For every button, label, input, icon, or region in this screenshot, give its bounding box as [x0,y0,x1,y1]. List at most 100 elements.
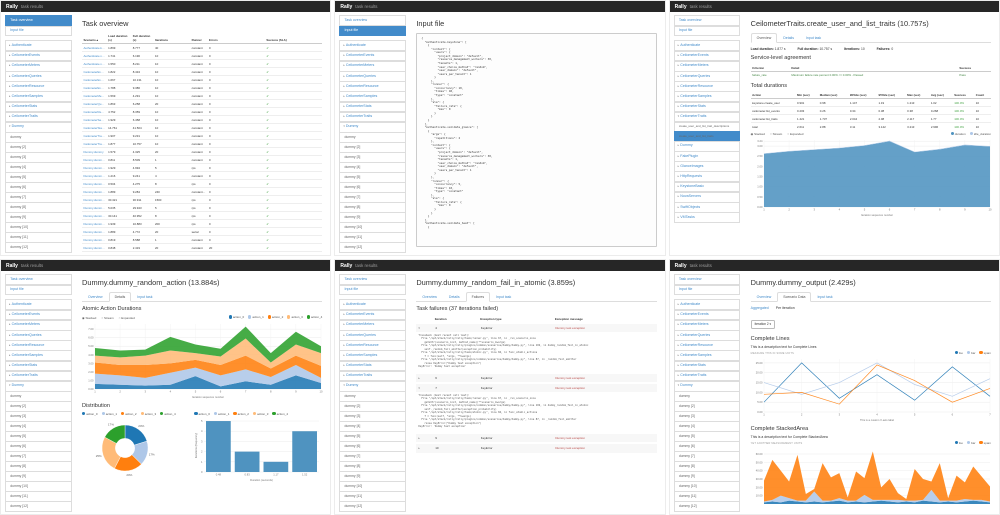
table-row[interactable]: Dummy.dummy [10]1.93910.883200rps0✔ [82,220,322,228]
sidebar-item[interactable]: dummy [5,391,72,402]
legend-item[interactable]: action_2 [233,412,249,416]
legend-item[interactable]: action_4 [160,412,176,416]
sidebar-item[interactable]: ▸VMTasks [674,212,741,223]
table-row[interactable]: Authenticate.validate_heat1.5508.21110co… [82,60,322,68]
sidebar-item[interactable]: ▾Dummy [5,381,72,392]
tab[interactable]: Input task [490,292,517,302]
tab[interactable]: Details [443,292,466,302]
sidebar-item[interactable]: ▸CeilometerEvents [339,310,406,321]
legend-item[interactable]: bar [967,441,976,445]
sidebar-item[interactable]: ▸CeilometerQueries [5,71,72,82]
sidebar-item[interactable]: ▸CeilometerQueries [339,330,406,341]
sidebar-item[interactable]: dummy [3] [339,411,406,422]
sidebar-item[interactable]: dummy [10] [5,222,72,233]
failure-row[interactable]: ▸ 10 KeyError Dummy test exception [416,443,656,452]
data-mode-link[interactable]: Aggregated [751,306,769,310]
column-header[interactable]: Load duration (s) [107,33,132,44]
sidebar-item[interactable]: dummy [11] [5,232,72,243]
table-row[interactable]: Dummy.dummy [6]1.8899.284240constant_for… [82,188,322,196]
sidebar-item[interactable]: ▾CeilometerTraits [674,112,741,123]
sidebar-item[interactable]: dummy [339,391,406,402]
sidebar-item[interactable]: dummy [8] [339,202,406,213]
sidebar-item[interactable]: ▸CeilometerSamples [339,350,406,361]
sidebar-item[interactable]: dummy [8] [674,461,741,472]
sidebar-item[interactable]: dummy [2] [339,142,406,153]
sidebar-item[interactable]: ▸CeilometerResource [674,81,741,92]
chart-mode-radio[interactable]: ○ Expanded [119,316,135,320]
sidebar-item[interactable]: dummy [5] [339,431,406,442]
sidebar-item[interactable]: ▸CeilometerTraits [5,112,72,123]
sidebar-item[interactable]: dummy [2] [5,142,72,153]
sidebar-item[interactable]: ▸FakePlugin [674,151,741,162]
sidebar-item[interactable]: dummy [4] [5,421,72,432]
sidebar-item[interactable]: ▸NovaServers [674,192,741,203]
chart-mode-radio[interactable]: ○ Stream [770,132,782,136]
expand-caret-icon[interactable]: ▸ [416,433,433,443]
sidebar-item[interactable]: dummy [4] [5,162,72,173]
column-header[interactable]: Runner [190,33,207,44]
sidebar-item[interactable]: dummy [10] [5,481,72,492]
legend-item[interactable]: foo [955,441,963,445]
sidebar-item[interactable]: dummy [4] [674,421,741,432]
sidebar-item[interactable]: ▸GlanceImages [674,161,741,172]
sidebar-item[interactable]: dummy [3] [674,411,741,422]
chart-mode-radio[interactable]: ◉ Stacked [82,316,96,320]
tab[interactable]: Input task [800,33,827,43]
table-row[interactable]: Dummy.dummy [7]30.42130.9111500rps0✔ [82,196,322,204]
sidebar-item[interactable]: Task overview [5,274,72,285]
sidebar-item[interactable]: ▸CeilometerEvents [5,310,72,321]
failure-row[interactable]: ▾ 7 KeyError Dummy test exception [416,383,656,392]
sidebar-item[interactable]: dummy [12] [339,501,406,512]
sidebar-item[interactable]: dummy [8] [339,461,406,472]
legend-item[interactable]: action_4 [272,412,288,416]
navbar-brand[interactable]: Rally [340,263,352,269]
sidebar-item[interactable]: dummy [6] [5,441,72,452]
expand-caret-icon[interactable]: ▸ [416,373,433,383]
sidebar-item[interactable]: ▸CeilometerTraits [339,371,406,382]
sidebar-item[interactable]: ▸CeilometerMeters [674,61,741,72]
sidebar-item[interactable]: ▸CeilometerMeters [339,61,406,72]
sidebar-item[interactable]: dummy [9] [5,471,72,482]
sidebar-item[interactable]: ▸Authenticate [339,40,406,51]
sidebar-item[interactable]: dummy [7] [339,192,406,203]
sidebar-item[interactable]: dummy [5,132,72,143]
navbar-brand[interactable]: Rally [675,263,687,269]
sidebar-item[interactable]: ▸CeilometerQueries [674,71,741,82]
sidebar-item[interactable]: dummy [5] [5,431,72,442]
table-row[interactable]: CeilometerStats.get_stats14.76141.50410c… [82,124,322,132]
tab[interactable]: Overview [82,292,109,302]
expand-caret-icon[interactable]: ▾ [416,383,433,392]
sidebar-item[interactable]: dummy [5] [674,431,741,442]
table-row[interactable]: Dummy.dummy [8]5.03529.9435rps0✔ [82,204,322,212]
sidebar-item[interactable]: Task overview [674,15,741,26]
sidebar-item[interactable]: dummy [12] [674,501,741,512]
legend-item[interactable]: action_1 [102,412,118,416]
legend-item[interactable]: action_1 [214,412,230,416]
sidebar-item[interactable]: ▸CeilometerResource [674,340,741,351]
sidebar-item[interactable]: ▸CeilometerEvents [674,310,741,321]
sidebar-item[interactable]: ▸CeilometerTraits [674,371,741,382]
sidebar-item[interactable]: ▸CeilometerResource [339,340,406,351]
table-row[interactable]: CeilometerQueries.create_and_query_sampl… [82,100,322,108]
tab[interactable]: Failures [466,292,490,302]
sidebar-item[interactable]: ▸Dummy [674,141,741,152]
navbar-brand[interactable]: Rally [675,4,687,10]
table-row[interactable]: CeilometerEvents.create_user_and_list_ev… [82,76,322,84]
sidebar-item[interactable]: ▸CeilometerStats [674,102,741,113]
iteration-select[interactable]: iteration 2 ▾ [751,320,775,328]
table-row[interactable]: Dummy.dummy_exception_probability1.2084.… [82,252,322,256]
sidebar-item[interactable]: Task overview [339,15,406,26]
failure-row[interactable]: ▸ 9 KeyError Dummy test exception [416,433,656,443]
tab[interactable]: Input task [131,292,158,302]
table-row[interactable]: Dummy.dummy [11]1.8894.77220serial0✔ [82,228,322,236]
sidebar-item[interactable]: ▸CeilometerMeters [339,320,406,331]
sidebar-item[interactable]: dummy [12] [5,501,72,512]
sidebar-item[interactable]: ▸Authenticate [5,299,72,310]
sidebar-item[interactable]: dummy [3] [5,152,72,163]
sidebar-item[interactable]: dummy [6] [674,441,741,452]
sidebar-item[interactable]: ▸CeilometerSamples [5,350,72,361]
sidebar-item[interactable]: dummy [11] [5,491,72,502]
sidebar-item[interactable]: dummy [4] [339,162,406,173]
sidebar-item[interactable]: dummy [9] [5,212,72,223]
sidebar-item[interactable]: ▾Dummy [674,381,741,392]
